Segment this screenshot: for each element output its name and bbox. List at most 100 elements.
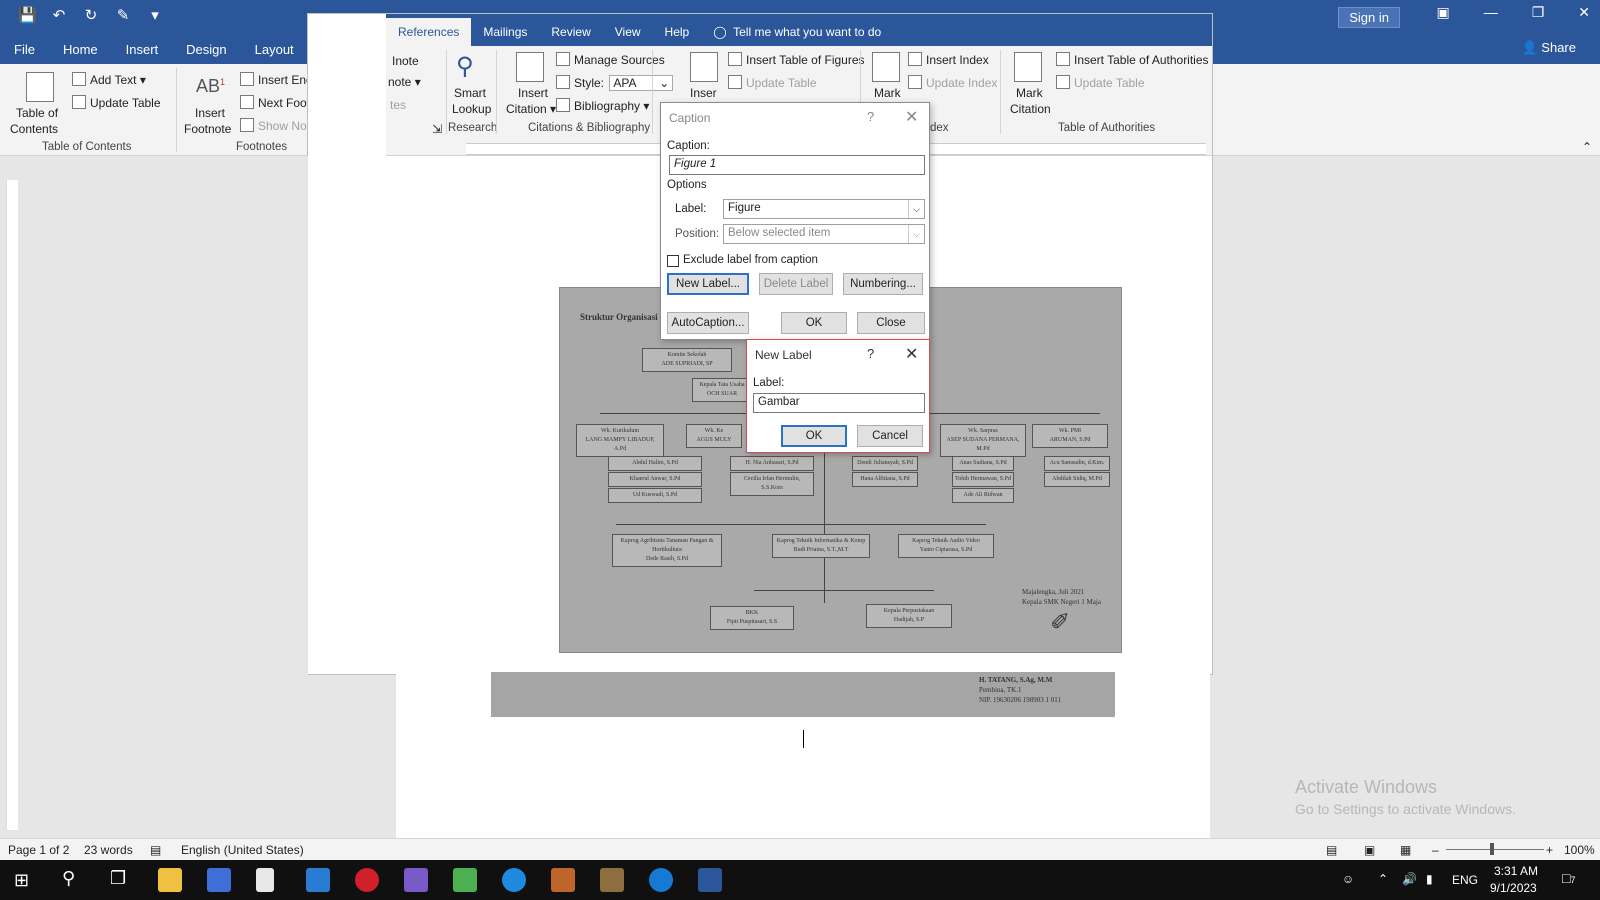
tab-home[interactable]: Home (49, 36, 112, 64)
page-count[interactable]: Page 1 of 2 (8, 843, 69, 857)
proofing-icon[interactable]: ▤ (150, 843, 161, 857)
show-notes-partial[interactable]: tes (390, 98, 406, 112)
file-explorer-icon[interactable] (158, 868, 182, 892)
new-label-button[interactable]: New Label... (667, 273, 749, 295)
zoom-in-icon[interactable]: + (1546, 843, 1553, 857)
close-icon[interactable]: ✕ (1578, 4, 1590, 21)
help-button[interactable]: ? (867, 346, 874, 361)
undo-icon[interactable]: ↶ (50, 6, 68, 24)
tab-references[interactable]: References (386, 18, 472, 46)
zoom-slider[interactable] (1446, 849, 1544, 850)
tab-view[interactable]: View (603, 18, 653, 46)
next-footnote-button[interactable]: Next Foot (240, 95, 310, 110)
position-select[interactable]: Below selected item ⌵ (723, 224, 925, 244)
notepad-icon[interactable] (256, 868, 274, 892)
bibliography-button[interactable]: Bibliography ▾ (556, 98, 649, 113)
tab-file[interactable]: File (0, 36, 49, 64)
opera-icon[interactable] (355, 868, 379, 892)
next-footnote-partial[interactable]: note ▾ (388, 75, 421, 89)
table-of-contents-label2[interactable]: Contents (10, 122, 58, 136)
add-text-button[interactable]: Add Text ▾ (72, 72, 146, 87)
insert-citation-label1[interactable]: Insert (518, 86, 548, 100)
exclude-label-checkbox[interactable] (667, 255, 679, 267)
language-indicator[interactable]: English (United States) (181, 843, 304, 857)
zoom-level[interactable]: 100% (1564, 843, 1595, 857)
smart-lookup-label1[interactable]: Smart (454, 86, 486, 100)
battery-icon[interactable]: ▮ (1426, 872, 1433, 886)
insert-footnote-label2[interactable]: Footnote (184, 122, 231, 136)
save-icon[interactable]: 💾 (18, 6, 37, 24)
clock-time[interactable]: 3:31 AM (1494, 864, 1538, 878)
tab-design[interactable]: Design (172, 36, 240, 64)
style-dropdown[interactable]: APA ⌄ (609, 75, 674, 91)
caption-input[interactable]: Figure 1 (669, 155, 925, 175)
tab-layout[interactable]: Layout (241, 36, 308, 64)
autocaption-button[interactable]: AutoCaption... (667, 312, 749, 334)
org-chart-image-bottom[interactable]: H. TATANG, S.Ag, M.M Pembina, TK.1 NIP. … (491, 672, 1115, 717)
insert-footnote-label1[interactable]: Insert (195, 106, 225, 120)
mark-citation-label1[interactable]: Mark (1016, 86, 1043, 100)
mark-citation-label2[interactable]: Citation (1010, 102, 1051, 116)
app-icon[interactable] (404, 868, 428, 892)
store-icon[interactable] (207, 868, 231, 892)
manage-sources-button[interactable]: Manage Sources (556, 52, 665, 67)
touch-mode-icon[interactable]: ✎ (114, 6, 132, 24)
notification-icon[interactable]: □7 (1562, 870, 1575, 886)
tab-review[interactable]: Review (539, 18, 602, 46)
caption-ok-button[interactable]: OK (781, 312, 847, 334)
collapse-ribbon-icon[interactable]: ⌃ (1582, 140, 1592, 154)
update-table-figures-button[interactable]: Update Table (728, 75, 817, 90)
chevron-up-icon[interactable]: ⌃ (1378, 872, 1388, 886)
print-layout-icon[interactable]: ▣ (1364, 843, 1375, 857)
ribbon-display-icon[interactable]: ▣ (1436, 4, 1449, 21)
update-table-button[interactable]: Update Table (72, 95, 161, 110)
insert-table-of-figures-button[interactable]: Insert Table of Figures (728, 52, 865, 67)
clock-date[interactable]: 9/1/2023 (1490, 881, 1537, 895)
share-button[interactable]: 👤 Share (1521, 40, 1576, 56)
zoom-slider-thumb[interactable] (1490, 843, 1494, 855)
maximize-icon[interactable]: ❐ (1532, 4, 1545, 21)
show-notes-button[interactable]: Show Not (240, 118, 310, 133)
tell-me-box[interactable]: ◯ Tell me what you want to do (701, 18, 893, 46)
people-icon[interactable]: ☺ (1342, 872, 1354, 886)
new-label-input[interactable]: Gambar (753, 393, 925, 413)
numbering-button[interactable]: Numbering... (843, 273, 923, 295)
help-button[interactable]: ? (867, 109, 874, 124)
style-selector[interactable]: Style: APA ⌄ (556, 75, 674, 91)
tab-help[interactable]: Help (653, 18, 702, 46)
bluestacks-icon[interactable] (453, 868, 477, 892)
insert-table-of-authorities-button[interactable]: Insert Table of Authorities (1056, 52, 1209, 67)
new-label-ok-button[interactable]: OK (781, 425, 847, 447)
mail-icon[interactable] (306, 868, 330, 892)
search-icon[interactable]: ⚲ (62, 868, 75, 889)
app-icon[interactable] (502, 868, 526, 892)
game-icon[interactable] (551, 868, 575, 892)
update-index-button[interactable]: Update Index (908, 75, 997, 90)
word-icon[interactable] (698, 868, 722, 892)
new-label-cancel-button[interactable]: Cancel (857, 425, 923, 447)
mark-entry-label[interactable]: Mark (874, 86, 901, 100)
tab-insert[interactable]: Insert (112, 36, 173, 64)
insert-citation-label2[interactable]: Citation ▾ (506, 102, 556, 116)
word-count[interactable]: 23 words (84, 843, 133, 857)
zoom-out-icon[interactable]: – (1432, 843, 1439, 857)
table-of-contents-label1[interactable]: Table of (16, 106, 58, 120)
insert-index-button[interactable]: Insert Index (908, 52, 989, 67)
game-icon[interactable] (600, 868, 624, 892)
windows-start-icon[interactable]: ⊞ (14, 870, 29, 891)
smart-lookup-label2[interactable]: Lookup (452, 102, 491, 116)
insert-endnote-partial[interactable]: Inote (392, 54, 419, 68)
delete-label-button[interactable]: Delete Label (759, 273, 833, 295)
redo-icon[interactable]: ↻ (82, 6, 100, 24)
caption-close-button[interactable]: Close (857, 312, 925, 334)
task-view-icon[interactable]: ❐ (110, 868, 126, 889)
volume-icon[interactable]: 🔊 (1402, 872, 1417, 886)
label-select[interactable]: Figure ⌵ (723, 199, 925, 219)
insert-caption-label[interactable]: Inser (690, 86, 717, 100)
customize-qat-icon[interactable]: ▾ (146, 6, 164, 24)
close-icon[interactable]: ✕ (905, 344, 918, 364)
footnotes-dialog-launcher-icon[interactable]: ⇲ (432, 122, 442, 136)
read-mode-icon[interactable]: ▤ (1326, 843, 1337, 857)
edge-icon[interactable] (649, 868, 673, 892)
tab-mailings[interactable]: Mailings (471, 18, 539, 46)
